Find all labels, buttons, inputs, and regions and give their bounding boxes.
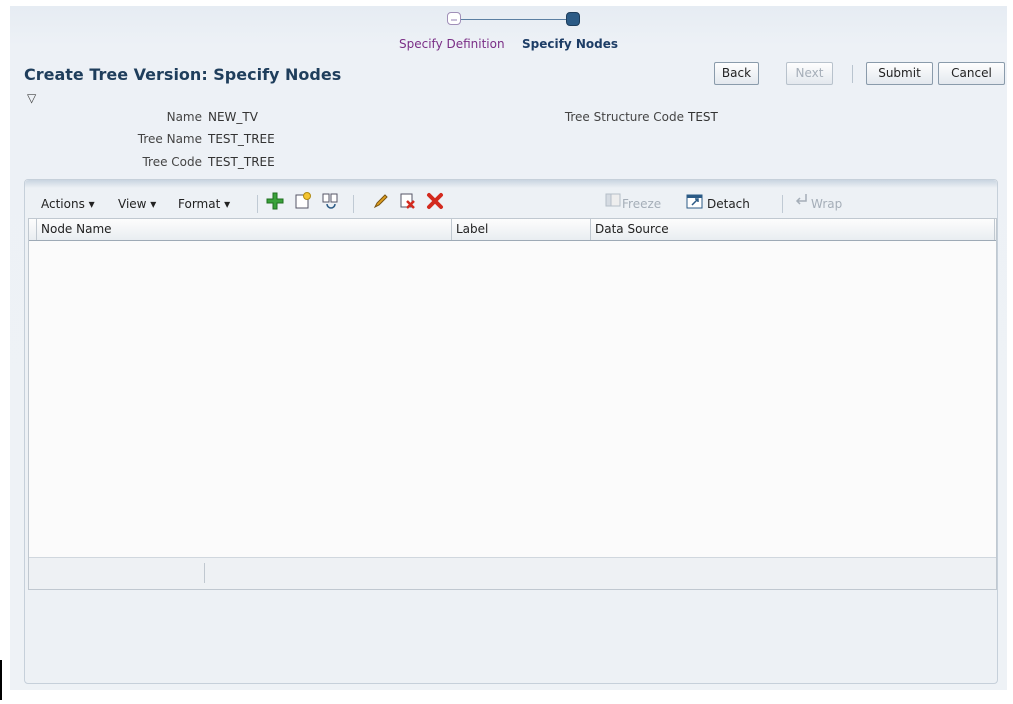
detach-button[interactable]: Detach bbox=[707, 197, 750, 211]
submit-button[interactable]: Submit bbox=[866, 62, 933, 85]
back-button[interactable]: Back bbox=[714, 62, 759, 85]
train-stop-specify-nodes[interactable] bbox=[566, 12, 580, 26]
table-header: Node Name Label Data Source bbox=[29, 219, 996, 241]
train-connector bbox=[460, 19, 572, 20]
toolbar-separator bbox=[782, 195, 783, 213]
format-menu[interactable]: Format ▾ bbox=[178, 197, 230, 211]
tree-code-value: TEST_TREE bbox=[208, 155, 275, 169]
insert-icon[interactable] bbox=[320, 192, 340, 212]
toolbar-separator bbox=[257, 195, 258, 213]
cancel-button[interactable]: Cancel bbox=[938, 62, 1005, 85]
page-title: Create Tree Version: Specify Nodes bbox=[24, 65, 342, 84]
train-label-specify-definition[interactable]: Specify Definition bbox=[399, 37, 505, 51]
freeze-button[interactable]: Freeze bbox=[622, 197, 661, 211]
process-train: Specify Definition Specify Nodes bbox=[10, 6, 1007, 66]
add-icon[interactable] bbox=[265, 192, 285, 212]
name-label: Name bbox=[166, 110, 202, 124]
freeze-icon bbox=[603, 192, 623, 212]
next-button[interactable]: Next bbox=[786, 62, 833, 85]
toolbar-separator bbox=[353, 195, 354, 213]
edit-icon[interactable] bbox=[371, 192, 391, 212]
name-value: NEW_TV bbox=[208, 110, 258, 124]
view-menu[interactable]: View ▾ bbox=[118, 197, 156, 211]
wrap-button[interactable]: Wrap bbox=[811, 197, 842, 211]
button-separator bbox=[852, 65, 853, 83]
train-stop-specify-definition[interactable] bbox=[447, 12, 461, 25]
tree-structure-code-value: TEST bbox=[688, 110, 718, 124]
tree-structure-code-label: Tree Structure Code bbox=[564, 110, 684, 124]
remove-icon[interactable] bbox=[425, 192, 445, 212]
tree-code-label: Tree Code bbox=[142, 155, 202, 169]
table-toolbar: Actions ▾ View ▾ Format ▾ Freeze Detach … bbox=[25, 188, 997, 218]
footer-divider bbox=[204, 563, 205, 583]
page-background: Specify Definition Specify Nodes Create … bbox=[10, 6, 1007, 690]
column-header-label[interactable]: Label bbox=[452, 219, 591, 240]
delete-row-icon[interactable] bbox=[398, 192, 418, 212]
panel-header-band bbox=[25, 180, 997, 188]
table-footer bbox=[29, 557, 996, 589]
detach-icon[interactable] bbox=[685, 192, 705, 212]
tree-name-label: Tree Name bbox=[137, 132, 202, 146]
window-edge bbox=[0, 660, 2, 700]
disclosure-triangle-icon[interactable]: ▽ bbox=[27, 91, 36, 105]
tree-name-value: TEST_TREE bbox=[208, 132, 275, 146]
row-header-column bbox=[29, 219, 37, 240]
actions-menu[interactable]: Actions ▾ bbox=[41, 197, 95, 211]
tree-nodes-table: Node Name Label Data Source bbox=[28, 218, 997, 590]
column-header-node-name[interactable]: Node Name bbox=[37, 219, 452, 240]
wrap-icon bbox=[791, 192, 811, 212]
column-header-data-source[interactable]: Data Source bbox=[591, 219, 995, 240]
create-child-icon[interactable] bbox=[293, 192, 313, 212]
train-label-specify-nodes: Specify Nodes bbox=[522, 37, 618, 51]
